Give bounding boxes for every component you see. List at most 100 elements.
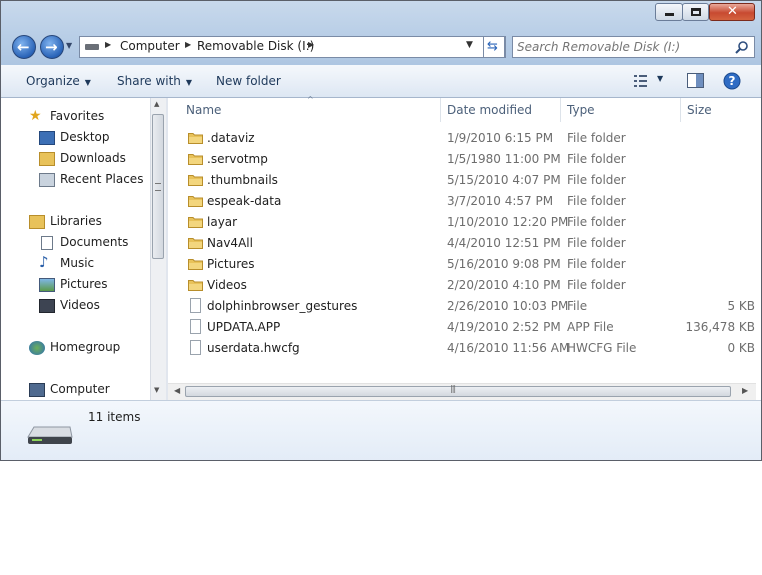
close-button[interactable]: ✕: [709, 3, 755, 21]
libraries-icon: [29, 215, 45, 229]
organize-menu[interactable]: Organize ▼: [26, 74, 91, 88]
nav-music[interactable]: Music: [60, 256, 94, 270]
file-date-modified: 5/15/2010 4:07 PM: [447, 173, 561, 187]
file-date-modified: 5/16/2010 9:08 PM: [447, 257, 561, 271]
share-with-label: Share with: [117, 74, 181, 88]
list-horizontal-scrollbar[interactable]: ◀ ||| ▶: [168, 383, 756, 400]
column-divider[interactable]: [440, 98, 441, 122]
table-row[interactable]: UPDATA.APP 4/19/2010 2:52 PM APP File 136,4…: [168, 317, 761, 338]
nav-recent-places[interactable]: Recent Places: [60, 172, 143, 186]
table-row[interactable]: userdata.hwcfg 4/16/2010 11:56 AM HWCFG Fi…: [168, 338, 761, 359]
breadcrumb-computer[interactable]: Computer: [120, 39, 180, 53]
breadcrumb-separator-icon[interactable]: ▶: [308, 40, 314, 49]
scroll-right-icon[interactable]: ▶: [742, 386, 748, 395]
file-name: UPDATA.APP: [207, 320, 281, 334]
minimize-button[interactable]: [655, 3, 683, 21]
nav-scrollbar[interactable]: ▲ ▼: [150, 98, 166, 400]
file-name: .dataviz: [207, 131, 255, 145]
file-name: .servotmp: [207, 152, 268, 166]
table-row[interactable]: .dataviz 1/9/2010 6:15 PM File folder: [168, 128, 761, 149]
column-header-date[interactable]: Date modified: [447, 98, 532, 122]
file-type: HWCFG File: [567, 341, 637, 355]
column-divider[interactable]: [560, 98, 561, 122]
column-header-size[interactable]: Size: [687, 98, 712, 122]
nav-libraries[interactable]: Libraries: [50, 214, 102, 228]
nav-computer[interactable]: Computer: [50, 382, 110, 396]
search-input[interactable]: [517, 38, 729, 56]
scroll-down-icon[interactable]: ▼: [154, 386, 159, 394]
table-row[interactable]: .thumbnails 5/15/2010 4:07 PM File folder: [168, 170, 761, 191]
back-arrow-icon: ←: [17, 38, 30, 56]
table-row[interactable]: .servotmp 1/5/1980 11:00 PM File folder: [168, 149, 761, 170]
folder-icon: [188, 215, 203, 228]
new-folder-button[interactable]: New folder: [216, 74, 281, 88]
item-count: 11 items: [88, 410, 141, 424]
scroll-thumb[interactable]: [152, 114, 164, 259]
file-size: 0 KB: [727, 341, 755, 355]
table-row[interactable]: layar 1/10/2010 12:20 PM File folder: [168, 212, 761, 233]
documents-icon: [41, 236, 53, 250]
file-name: Pictures: [207, 257, 255, 271]
file-icon: [190, 319, 201, 334]
minimize-icon: [665, 13, 674, 16]
file-size: 5 KB: [727, 299, 755, 313]
pictures-icon: [39, 278, 55, 292]
column-divider[interactable]: [680, 98, 681, 122]
address-bar[interactable]: ▶ Computer ▶ Removable Disk (I:) ▶ ▼: [79, 36, 506, 58]
scroll-thumb[interactable]: |||: [185, 384, 731, 397]
table-row[interactable]: Nav4All 4/4/2010 12:51 PM File folder: [168, 233, 761, 254]
file-type: File folder: [567, 278, 626, 292]
forward-arrow-icon: →: [45, 38, 58, 56]
nav-videos[interactable]: Videos: [60, 298, 100, 312]
maximize-button[interactable]: [682, 3, 709, 21]
share-with-menu[interactable]: Share with ▼: [117, 74, 192, 88]
search-icon[interactable]: [735, 40, 749, 54]
nav-documents[interactable]: Documents: [60, 235, 128, 249]
file-date-modified: 4/19/2010 2:52 PM: [447, 320, 561, 334]
file-type: File: [567, 299, 588, 313]
scroll-up-icon[interactable]: ▲: [154, 100, 159, 108]
homegroup-icon: [29, 341, 45, 355]
file-date-modified: 1/5/1980 11:00 PM: [447, 152, 561, 166]
file-icon: [190, 298, 201, 313]
breadcrumb-removable-disk[interactable]: Removable Disk (I:): [197, 39, 314, 53]
table-row[interactable]: Pictures 5/16/2010 9:08 PM File folder: [168, 254, 761, 275]
table-row[interactable]: Videos 2/20/2010 4:10 PM File folder: [168, 275, 761, 296]
scroll-left-icon[interactable]: ◀: [174, 386, 180, 395]
nav-desktop[interactable]: Desktop: [60, 130, 110, 144]
forward-button[interactable]: →: [40, 35, 64, 59]
search-box[interactable]: [512, 36, 755, 58]
back-button[interactable]: ←: [12, 35, 36, 59]
nav-homegroup[interactable]: Homegroup: [50, 340, 120, 354]
chevron-down-icon: ▼: [185, 78, 193, 87]
view-dropdown-icon[interactable]: ▼: [657, 74, 663, 83]
file-name: layar: [207, 215, 238, 229]
file-name: espeak-data: [207, 194, 282, 208]
view-options-icon[interactable]: [633, 74, 649, 88]
column-header-name[interactable]: Name: [186, 98, 221, 122]
file-name: userdata.hwcfg: [207, 341, 300, 355]
file-type: File folder: [567, 152, 626, 166]
file-type: File folder: [567, 194, 626, 208]
recent-pages-dropdown-icon[interactable]: ▼: [66, 41, 72, 50]
refresh-button[interactable]: ⇆: [483, 36, 505, 58]
nav-downloads[interactable]: Downloads: [60, 151, 126, 165]
videos-icon: [39, 299, 55, 313]
help-icon[interactable]: ?: [723, 72, 741, 90]
breadcrumb-separator-icon[interactable]: ▶: [185, 40, 191, 49]
nav-favorites[interactable]: Favorites: [50, 109, 104, 123]
close-icon: ✕: [727, 4, 738, 19]
folder-icon: [188, 173, 203, 186]
chevron-down-icon: ▼: [84, 78, 91, 87]
refresh-icon: ⇆: [487, 39, 498, 54]
file-name: Nav4All: [207, 236, 253, 250]
preview-pane-icon[interactable]: [687, 73, 704, 88]
nav-pictures[interactable]: Pictures: [60, 277, 108, 291]
address-dropdown-icon[interactable]: ▼: [466, 40, 473, 50]
column-header-type[interactable]: Type: [567, 98, 595, 122]
sort-ascending-icon: ^: [307, 95, 314, 104]
file-date-modified: 4/4/2010 12:51 PM: [447, 236, 561, 250]
breadcrumb-separator-icon[interactable]: ▶: [105, 40, 111, 49]
table-row[interactable]: dolphinbrowser_gestures 2/26/2010 10:03 P…: [168, 296, 761, 317]
table-row[interactable]: espeak-data 3/7/2010 4:57 PM File folder: [168, 191, 761, 212]
